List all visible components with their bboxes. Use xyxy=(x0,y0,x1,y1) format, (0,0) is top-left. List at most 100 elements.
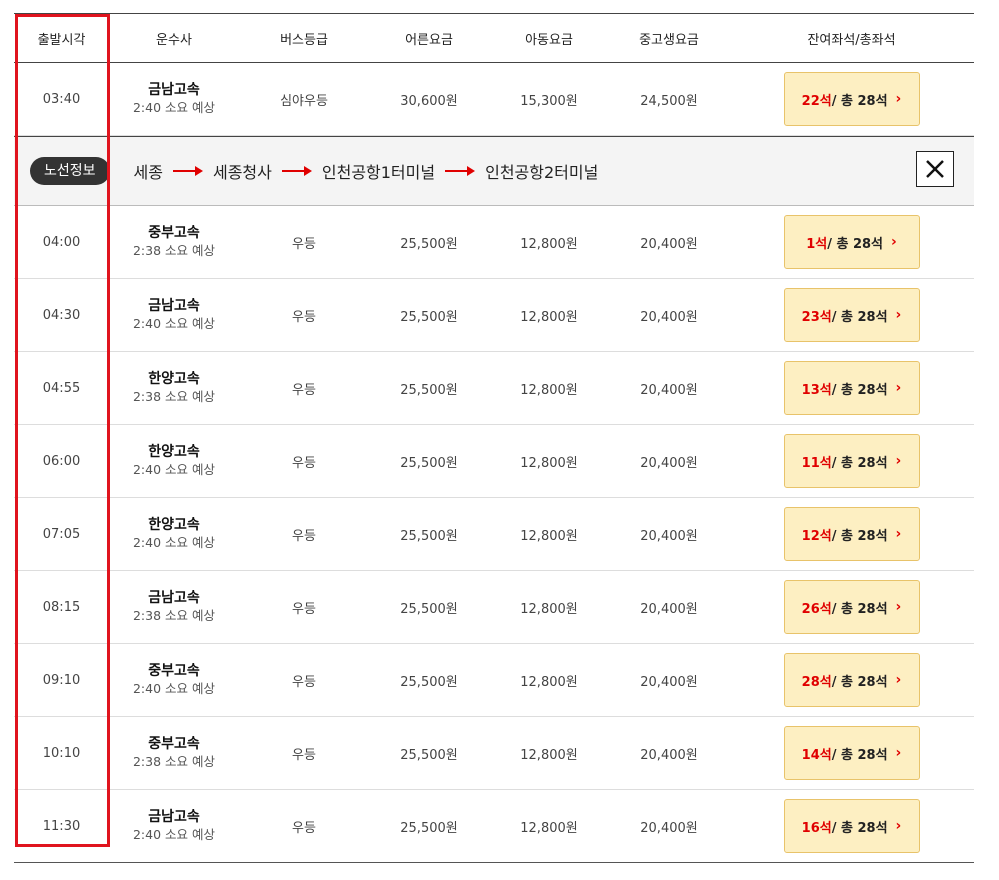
company-name: 한양고속 xyxy=(148,517,200,533)
company-cell: 중부고속 2:38 소요 예상 xyxy=(109,735,239,771)
header-grade: 버스등급 xyxy=(280,32,328,48)
bus-grade: 우등 xyxy=(292,820,316,836)
company-cell: 금남고속 2:38 소요 예상 xyxy=(109,589,239,625)
duration-estimate: 2:38 소요 예상 xyxy=(132,754,216,769)
header-adult-fare: 어른요금 xyxy=(405,32,453,48)
select-seat-button[interactable]: 12석 / 총 28석 › xyxy=(783,507,920,561)
child-fare: 12,800원 xyxy=(520,601,578,617)
table-row[interactable]: 06:00 한양고속 2:40 소요 예상 우등 25,500원 12,800원… xyxy=(14,425,974,498)
route-stop: 세종청사 xyxy=(212,163,272,182)
select-seat-button[interactable]: 26석 / 총 28석 › xyxy=(783,580,920,634)
bus-grade: 우등 xyxy=(292,382,316,398)
child-fare: 12,800원 xyxy=(520,382,578,398)
remaining-seats: 12석 xyxy=(801,528,832,544)
company-cell: 금남고속 2:40 소요 예상 xyxy=(109,297,239,333)
header-youth-fare: 중고생요금 xyxy=(639,32,699,48)
duration-estimate: 2:40 소요 예상 xyxy=(132,535,216,550)
adult-fare: 25,500원 xyxy=(400,601,458,617)
table-row[interactable]: 09:10 중부고속 2:40 소요 예상 우등 25,500원 12,800원… xyxy=(14,644,974,717)
duration-estimate: 2:40 소요 예상 xyxy=(132,462,216,477)
select-seat-button[interactable]: 13석 / 총 28석 › xyxy=(783,361,920,415)
duration-estimate: 2:38 소요 예상 xyxy=(132,389,216,404)
select-seat-button[interactable]: 23석 / 총 28석 › xyxy=(783,288,920,342)
departure-time: 11:30 xyxy=(42,818,81,834)
total-seats: / 총 28석 xyxy=(831,455,888,471)
adult-fare: 25,500원 xyxy=(400,455,458,471)
header-company: 운수사 xyxy=(156,32,192,48)
remaining-seats: 16석 xyxy=(801,820,832,836)
duration-estimate: 2:38 소요 예상 xyxy=(132,243,216,258)
total-seats: / 총 28석 xyxy=(831,93,888,109)
total-seats: / 총 28석 xyxy=(831,528,888,544)
youth-fare: 20,400원 xyxy=(640,236,698,252)
remaining-seats: 26석 xyxy=(801,601,832,617)
company-name: 금남고속 xyxy=(148,298,200,314)
route-info-badge: 노선정보 xyxy=(30,157,110,185)
route-stop: 세종 xyxy=(133,163,163,182)
total-seats: / 총 28석 xyxy=(831,309,888,325)
table-row[interactable]: 04:30 금남고속 2:40 소요 예상 우등 25,500원 12,800원… xyxy=(14,279,974,352)
select-seat-button[interactable]: 11석 / 총 28석 › xyxy=(783,434,920,488)
select-seat-button[interactable]: 28석 / 총 28석 › xyxy=(783,653,920,707)
table-row[interactable]: 03:40 금남고속 2:40 소요 예상 심야우등 30,600원 15,30… xyxy=(14,63,974,136)
table-row[interactable]: 04:55 한양고속 2:38 소요 예상 우등 25,500원 12,800원… xyxy=(14,352,974,425)
table-body: 03:40 금남고속 2:40 소요 예상 심야우등 30,600원 15,30… xyxy=(14,63,974,863)
company-name: 중부고속 xyxy=(148,736,200,752)
arrow-right-icon xyxy=(281,165,312,177)
select-seat-button[interactable]: 16석 / 총 28석 › xyxy=(783,799,920,853)
bus-grade: 우등 xyxy=(292,601,316,617)
duration-estimate: 2:38 소요 예상 xyxy=(132,608,216,623)
youth-fare: 20,400원 xyxy=(640,382,698,398)
youth-fare: 20,400원 xyxy=(640,674,698,690)
departure-time: 07:05 xyxy=(42,526,81,542)
chevron-right-icon: › xyxy=(895,526,902,542)
company-name: 한양고속 xyxy=(148,444,200,460)
adult-fare: 25,500원 xyxy=(400,528,458,544)
seats-cell: 26석 / 총 28석 › xyxy=(729,580,974,634)
duration-estimate: 2:40 소요 예상 xyxy=(132,827,216,842)
company-name: 금남고속 xyxy=(148,82,200,98)
remaining-seats: 14석 xyxy=(801,747,832,763)
seats-cell: 11석 / 총 28석 › xyxy=(729,434,974,488)
table-row[interactable]: 07:05 한양고속 2:40 소요 예상 우등 25,500원 12,800원… xyxy=(14,498,974,571)
departure-time: 08:15 xyxy=(42,599,81,615)
select-seat-button[interactable]: 22석 / 총 28석 › xyxy=(783,72,920,126)
total-seats: / 총 28석 xyxy=(827,236,884,252)
company-name: 중부고속 xyxy=(148,663,200,679)
table-row[interactable]: 10:10 중부고속 2:38 소요 예상 우등 25,500원 12,800원… xyxy=(14,717,974,790)
select-seat-button[interactable]: 14석 / 총 28석 › xyxy=(783,726,920,780)
seats-cell: 16석 / 총 28석 › xyxy=(729,799,974,853)
header-time: 출발시각 xyxy=(37,32,86,48)
chevron-right-icon: › xyxy=(895,307,902,323)
bus-grade: 우등 xyxy=(292,747,316,763)
route-stop: 인천공항2터미널 xyxy=(485,163,599,182)
bus-grade: 우등 xyxy=(292,309,316,325)
company-name: 중부고속 xyxy=(148,225,200,241)
close-icon xyxy=(926,160,944,178)
company-cell: 한양고속 2:38 소요 예상 xyxy=(109,370,239,406)
seats-cell: 23석 / 총 28석 › xyxy=(729,288,974,342)
seats-cell: 22석 / 총 28석 › xyxy=(729,72,974,126)
duration-estimate: 2:40 소요 예상 xyxy=(132,316,216,331)
youth-fare: 20,400원 xyxy=(640,309,698,325)
chevron-right-icon: › xyxy=(895,91,902,107)
select-seat-button[interactable]: 1석 / 총 28석 › xyxy=(783,215,920,269)
table-header: 출발시각 운수사 버스등급 어른요금 아동요금 중고생요금 잔여좌석/총좌석 xyxy=(14,14,974,63)
table-row[interactable]: 08:15 금남고속 2:38 소요 예상 우등 25,500원 12,800원… xyxy=(14,571,974,644)
seats-cell: 13석 / 총 28석 › xyxy=(729,361,974,415)
company-cell: 금남고속 2:40 소요 예상 xyxy=(109,808,239,844)
arrow-right-icon xyxy=(445,165,476,177)
close-route-button[interactable] xyxy=(916,151,954,187)
adult-fare: 30,600원 xyxy=(400,93,458,109)
duration-estimate: 2:40 소요 예상 xyxy=(132,681,216,696)
departure-time: 04:55 xyxy=(42,380,81,396)
table-row[interactable]: 04:00 중부고속 2:38 소요 예상 우등 25,500원 12,800원… xyxy=(14,206,974,279)
remaining-seats: 1석 xyxy=(806,236,828,252)
table-row[interactable]: 11:30 금남고속 2:40 소요 예상 우등 25,500원 12,800원… xyxy=(14,790,974,863)
arrow-right-icon xyxy=(172,165,203,177)
adult-fare: 25,500원 xyxy=(400,236,458,252)
remaining-seats: 11석 xyxy=(801,455,832,471)
chevron-right-icon: › xyxy=(895,818,902,834)
departure-time: 03:40 xyxy=(42,91,81,107)
route-stops: 세종 세종청사 인천공항1터미널 인천공항2터미널 xyxy=(134,159,599,183)
